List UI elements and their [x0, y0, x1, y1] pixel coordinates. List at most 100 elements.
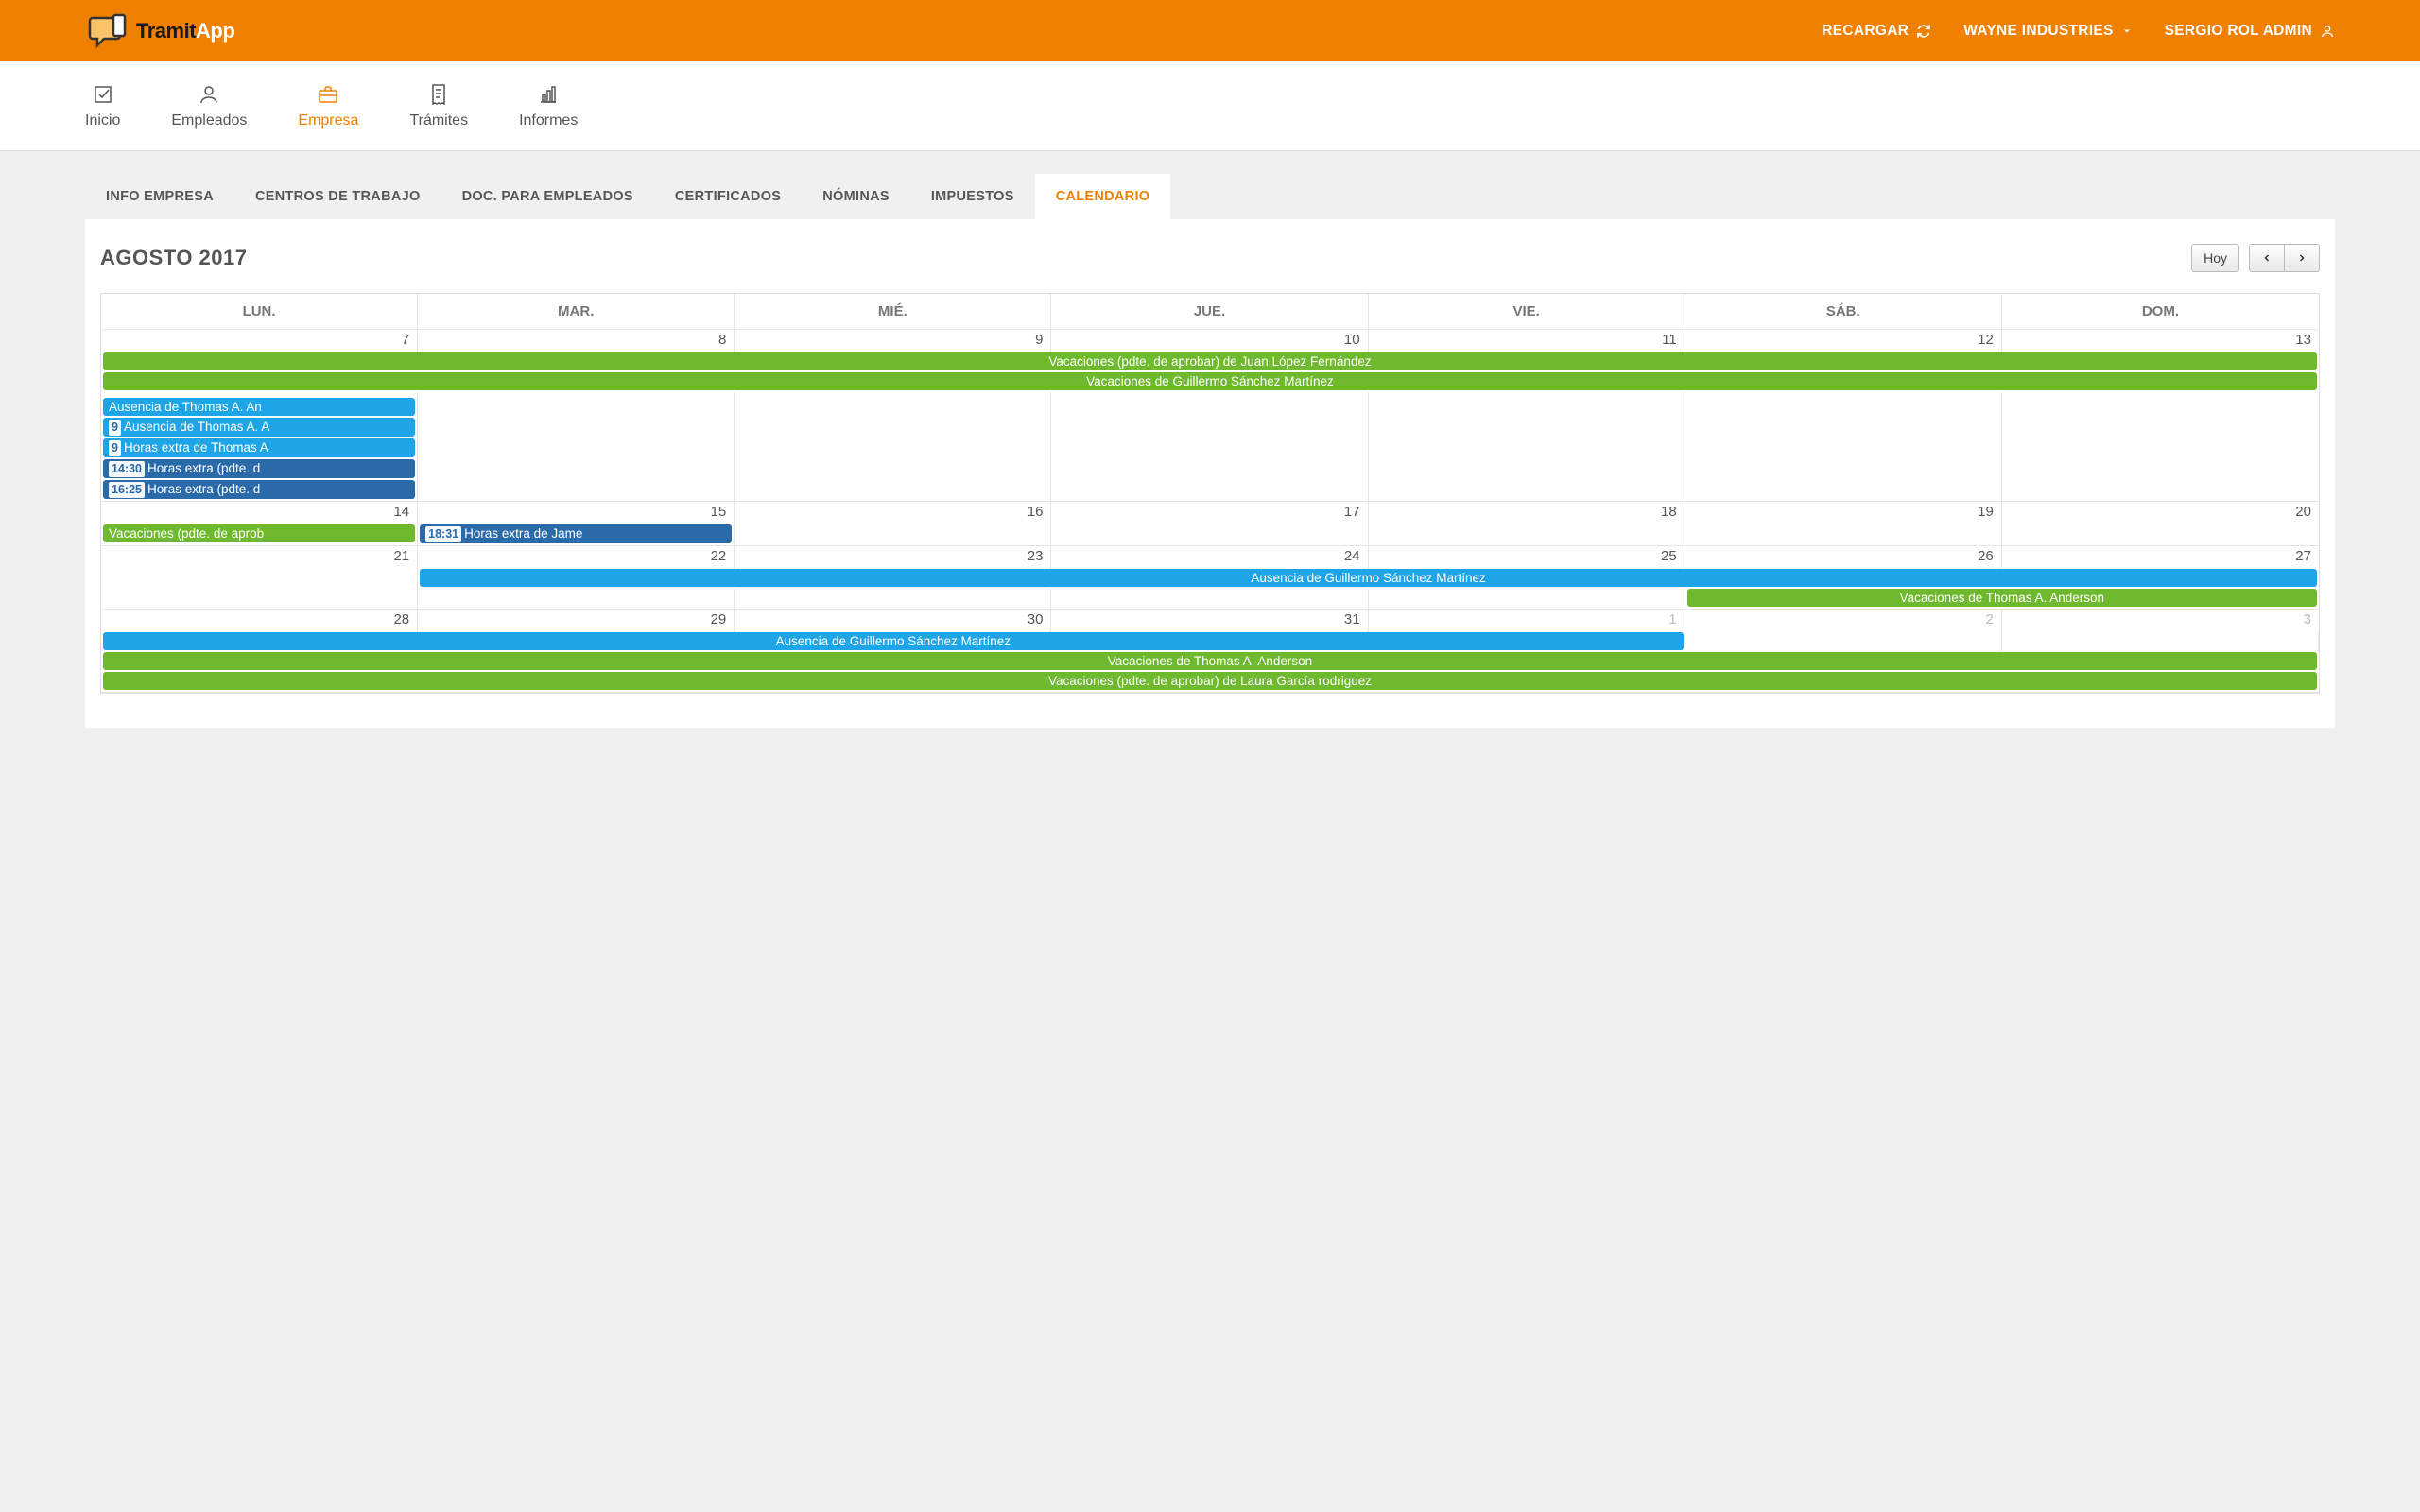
day-cell[interactable]: 28	[101, 610, 418, 632]
reload-link[interactable]: RECARGAR	[1822, 23, 1931, 40]
day-cell[interactable]: 9	[735, 330, 1051, 352]
user-icon	[2320, 24, 2335, 39]
day-header: VIE.	[1369, 294, 1685, 330]
day-cell[interactable]: 20	[2002, 502, 2319, 524]
today-button[interactable]: Hoy	[2191, 244, 2239, 272]
next-button[interactable]	[2285, 244, 2320, 272]
calendar-title: AGOSTO 2017	[100, 246, 248, 270]
day-cell[interactable]: 24	[1051, 546, 1368, 569]
day-cell[interactable]: 1	[1369, 610, 1685, 632]
company-dropdown[interactable]: WAYNE INDUSTRIES	[1963, 23, 2132, 40]
person-icon	[198, 83, 220, 106]
tab-docs[interactable]: DOC. PARA EMPLEADOS	[441, 174, 654, 219]
day-number: 25	[1369, 546, 1685, 564]
tab-impuestos[interactable]: IMPUESTOS	[910, 174, 1035, 219]
day-cell[interactable]: 23	[735, 546, 1051, 569]
top-right: RECARGAR WAYNE INDUSTRIES SERGIO ROL ADM…	[1822, 23, 2335, 40]
day-cell[interactable]: 30	[735, 610, 1051, 632]
chart-icon	[537, 83, 560, 106]
day-number: 29	[418, 610, 734, 627]
day-number: 1	[1369, 610, 1685, 627]
day-header: SÁB.	[1685, 294, 2002, 330]
day-number: 22	[418, 546, 734, 564]
day-number: 27	[2002, 546, 2319, 564]
logo[interactable]: TramitApp	[85, 12, 234, 50]
nav-inicio[interactable]: Inicio	[85, 83, 120, 129]
day-cell[interactable]: 8	[418, 330, 735, 352]
calendar-days-header: LUN. MAR. MIÉ. JUE. VIE. SÁB. DOM.	[101, 294, 2319, 330]
day-cell[interactable]: 7	[101, 330, 418, 352]
day-cell[interactable]: 2	[1685, 610, 2002, 632]
day-number: 17	[1051, 502, 1367, 520]
day-number: 24	[1051, 546, 1367, 564]
day-cell[interactable]: 18	[1369, 502, 1685, 524]
day-number: 2	[1685, 610, 2001, 627]
prev-button[interactable]	[2249, 244, 2285, 272]
briefcase-icon	[317, 83, 339, 106]
day-number: 21	[101, 546, 417, 564]
calendar-event[interactable]: Vacaciones (pdte. de aprobar) de Juan Ló…	[103, 352, 2317, 370]
calendar-event[interactable]: Vacaciones de Thomas A. Anderson	[1687, 589, 2317, 607]
tab-calendario[interactable]: CALENDARIO	[1035, 174, 1171, 219]
day-number: 14	[101, 502, 417, 520]
day-number: 7	[101, 330, 417, 348]
tab-centros[interactable]: CENTROS DE TRABAJO	[234, 174, 441, 219]
calendar-event[interactable]: Ausencia de Thomas A. An	[103, 398, 415, 416]
calendar-event[interactable]: Vacaciones de Thomas A. Anderson	[103, 652, 2317, 670]
page: INFO EMPRESA CENTROS DE TRABAJO DOC. PAR…	[0, 151, 2420, 750]
tab-certs[interactable]: CERTIFICADOS	[654, 174, 802, 219]
day-number: 10	[1051, 330, 1367, 348]
day-cell[interactable]: 13	[2002, 330, 2319, 352]
user-link[interactable]: SERGIO ROL ADMIN	[2165, 23, 2335, 40]
receipt-icon	[427, 83, 450, 106]
day-cell[interactable]: 14	[101, 502, 418, 524]
calendar-event[interactable]: 14:30Horas extra (pdte. d	[103, 459, 415, 478]
day-number: 18	[1369, 502, 1685, 520]
calendar-event[interactable]: 18:31Horas extra de Jame	[420, 524, 732, 543]
nav-informes[interactable]: Informes	[519, 83, 578, 129]
calendar-event[interactable]: Ausencia de Guillermo Sánchez Martínez	[103, 632, 1684, 650]
day-cell[interactable]: 16	[735, 502, 1051, 524]
calendar-event[interactable]: Vacaciones de Guillermo Sánchez Martínez	[103, 372, 2317, 390]
check-icon	[92, 83, 114, 106]
day-header: JUE.	[1051, 294, 1368, 330]
calendar-event[interactable]: 9Horas extra de Thomas A	[103, 438, 415, 457]
tab-nominas[interactable]: NÓMINAS	[802, 174, 910, 219]
refresh-icon	[1916, 24, 1931, 39]
day-number: 26	[1685, 546, 2001, 564]
chevron-right-icon	[2296, 251, 2308, 265]
day-header: MAR.	[418, 294, 735, 330]
day-cell[interactable]: 29	[418, 610, 735, 632]
nav-empresa[interactable]: Empresa	[298, 83, 358, 129]
day-cell[interactable]: 21	[101, 546, 418, 569]
subtabs: INFO EMPRESA CENTROS DE TRABAJO DOC. PAR…	[85, 174, 2335, 219]
caret-down-icon	[2121, 26, 2133, 37]
tab-info[interactable]: INFO EMPRESA	[85, 174, 234, 219]
day-cell[interactable]: 25	[1369, 546, 1685, 569]
day-number: 15	[418, 502, 734, 520]
day-cell[interactable]: 26	[1685, 546, 2002, 569]
day-cell[interactable]: 19	[1685, 502, 2002, 524]
calendar-event[interactable]: Vacaciones (pdte. de aprobar) de Laura G…	[103, 672, 2317, 690]
day-number: 19	[1685, 502, 2001, 520]
chevron-left-icon	[2261, 251, 2273, 265]
nav-tramites[interactable]: Trámites	[409, 83, 468, 129]
day-number: 8	[418, 330, 734, 348]
calendar-event[interactable]: 16:25Horas extra (pdte. d	[103, 480, 415, 499]
day-cell[interactable]: 10	[1051, 330, 1368, 352]
day-cell[interactable]: 22	[418, 546, 735, 569]
day-cell[interactable]: 12	[1685, 330, 2002, 352]
day-cell[interactable]: 31	[1051, 610, 1368, 632]
day-header: MIÉ.	[735, 294, 1051, 330]
day-cell[interactable]: 17	[1051, 502, 1368, 524]
calendar-event[interactable]: Ausencia de Guillermo Sánchez Martínez	[420, 569, 2317, 587]
day-cell[interactable]: 11	[1369, 330, 1685, 352]
nav-empleados[interactable]: Empleados	[171, 83, 247, 129]
card: AGOSTO 2017 Hoy LUN. MAR. MIÉ. JUE. VIE.…	[85, 219, 2335, 728]
calendar-event[interactable]: Vacaciones (pdte. de aprob	[103, 524, 415, 542]
day-cell[interactable]: 15	[418, 502, 735, 524]
calendar-event[interactable]: 9Ausencia de Thomas A. A	[103, 418, 415, 437]
calendar-header: AGOSTO 2017 Hoy	[100, 219, 2320, 293]
day-cell[interactable]: 3	[2002, 610, 2319, 632]
day-cell[interactable]: 27	[2002, 546, 2319, 569]
